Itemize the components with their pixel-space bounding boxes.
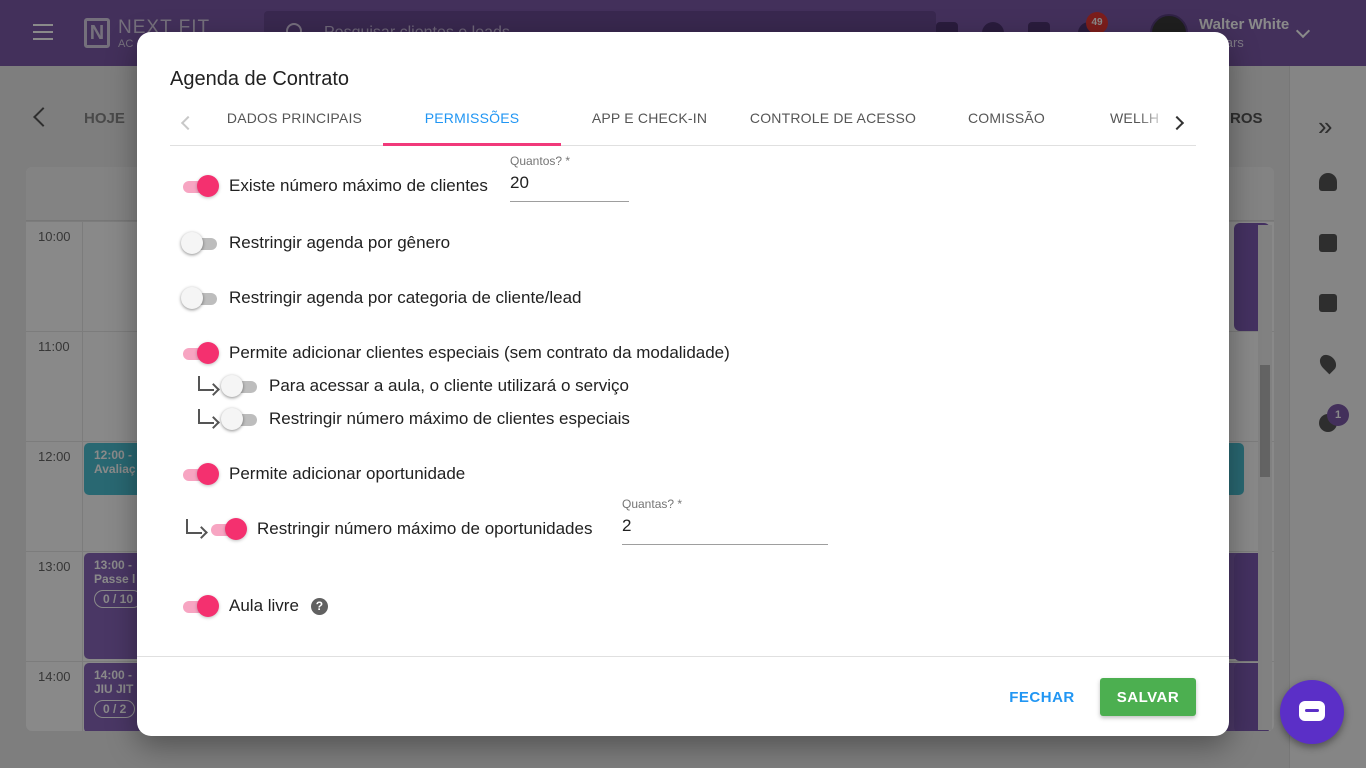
permission-label: Restringir número máximo de oportunidade… [257,519,593,538]
field-caption: Quantas? * [622,497,683,511]
dialog-footer: FECHAR SALVAR [137,656,1229,736]
contract-schedule-dialog: Agenda de Contrato DADOS PRINCIPAIS PERM… [137,32,1229,736]
tab-dados-principais[interactable]: DADOS PRINCIPAIS [212,100,377,146]
permission-special-clients: Permite adicionar clientes especiais (se… [181,339,730,367]
tab-comissao[interactable]: COMISSÃO [934,100,1079,146]
tab-controle-de-acesso[interactable]: CONTROLE DE ACESSO [738,100,928,146]
permission-use-service: Para acessar a aula, o cliente utilizará… [195,372,629,400]
tab-permissoes[interactable]: PERMISSÕES [383,100,561,146]
chevron-left-icon[interactable] [174,112,196,134]
toggle-gender[interactable] [181,231,219,255]
max-clients-input[interactable]: 20 [510,173,629,202]
sub-item-arrow-icon [195,407,219,431]
sub-item-arrow-icon [183,517,207,541]
sub-item-arrow-icon [195,374,219,398]
save-button[interactable]: SALVAR [1100,678,1196,716]
permission-max-clients: Existe número máximo de clientes [181,172,488,200]
permission-label: Permite adicionar oportunidade [229,464,466,483]
permission-max-opportunities: Restringir número máximo de oportunidade… [183,515,592,543]
chat-icon [1299,701,1325,721]
max-opportunities-input[interactable]: 2 [622,516,828,545]
permission-label: Restringir agenda por gênero [229,233,451,252]
max-opportunities-field[interactable]: Quantas? * 2 [622,497,828,545]
max-clients-field[interactable]: Quantos? * 20 [510,154,629,202]
close-button[interactable]: FECHAR [1003,681,1081,713]
chat-button[interactable] [1280,680,1344,744]
toggle-special-clients[interactable] [181,341,219,365]
permission-label: Restringir número máximo de clientes esp… [269,409,630,428]
question-circle-icon[interactable]: ? [310,597,328,615]
toggle-max-special[interactable] [221,407,259,431]
permission-label: Existe número máximo de clientes [229,176,488,195]
permission-label: Aula livre [229,596,299,615]
tab-bar: DADOS PRINCIPAIS PERMISSÕES APP E CHECK-… [170,100,1196,146]
permission-category: Restringir agenda por categoria de clien… [181,284,582,312]
field-caption: Quantos? * [510,154,571,168]
toggle-category[interactable] [181,286,219,310]
permission-gender: Restringir agenda por gênero [181,229,450,257]
permission-label: Restringir agenda por categoria de clien… [229,288,582,307]
toggle-max-clients[interactable] [181,174,219,198]
permission-opportunity: Permite adicionar oportunidade [181,460,465,488]
toggle-use-service[interactable] [221,374,259,398]
chevron-right-icon[interactable] [1168,112,1190,134]
tab-app-check-in[interactable]: APP E CHECK-IN [567,100,732,146]
toggle-free-class[interactable] [181,594,219,618]
toggle-max-opportunities[interactable] [209,517,247,541]
toggle-opportunity[interactable] [181,462,219,486]
permission-label: Para acessar a aula, o cliente utilizará… [269,376,630,395]
permission-free-class: Aula livre ? [181,592,328,620]
dialog-title: Agenda de Contrato [170,68,350,90]
permission-label: Permite adicionar clientes especiais (se… [229,343,730,362]
permission-max-special: Restringir número máximo de clientes esp… [195,405,630,433]
